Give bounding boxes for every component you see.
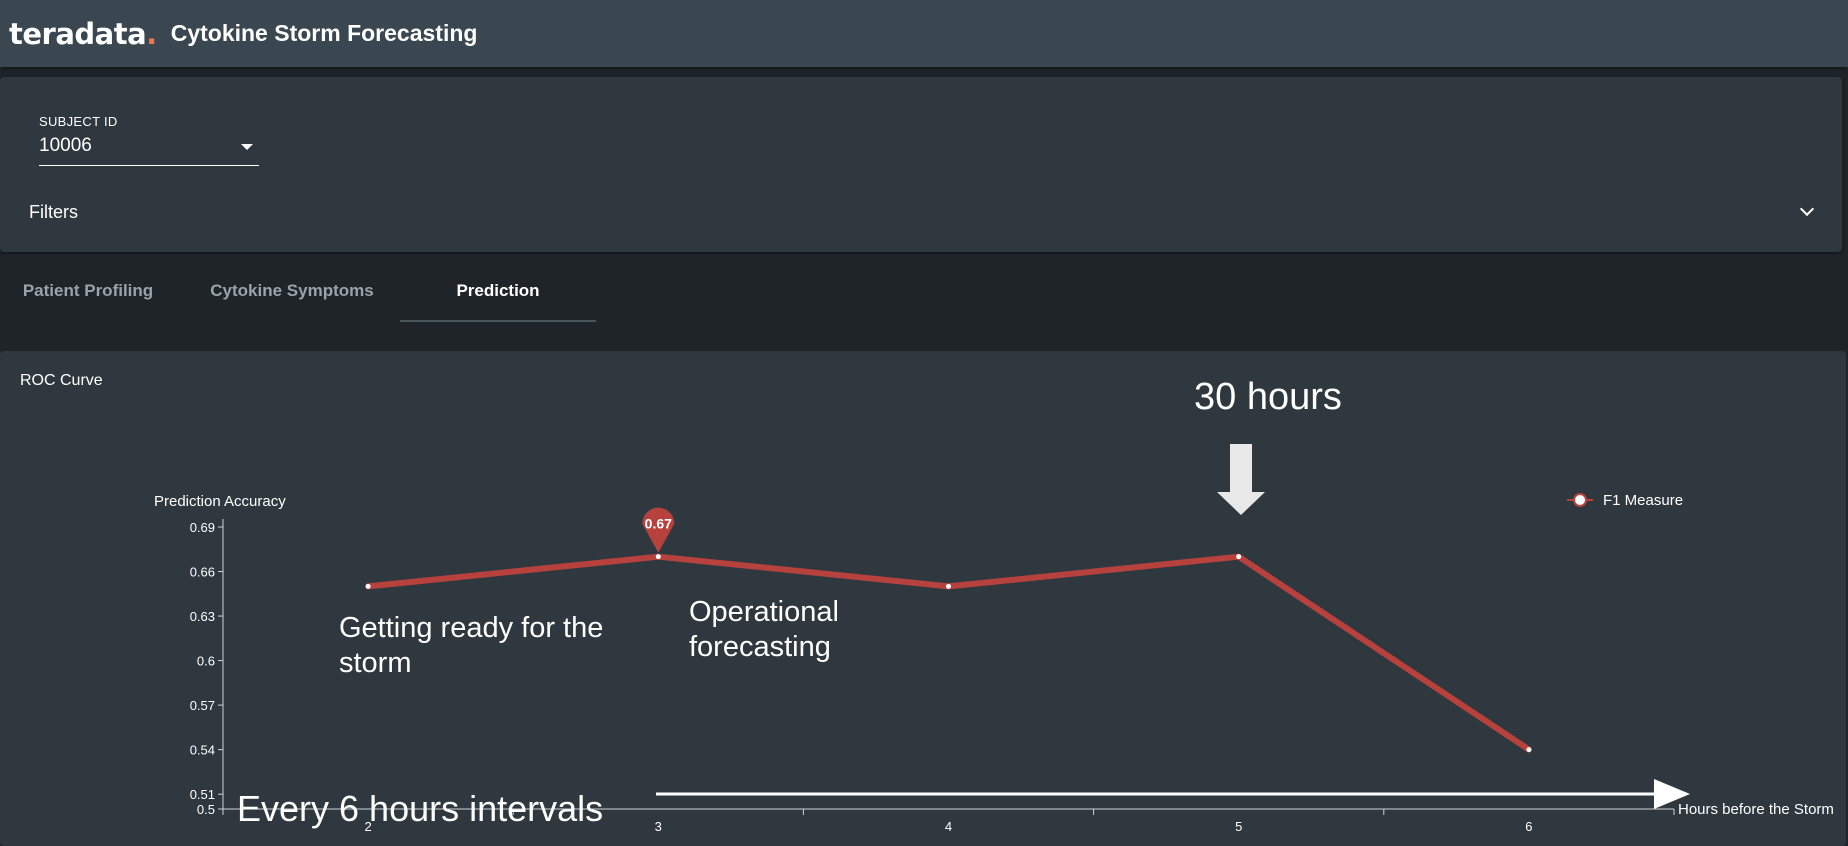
y-tick-label: 0.51 xyxy=(190,787,215,802)
subject-id-label: SUBJECT ID xyxy=(39,114,118,129)
y-tick-label: 0.6 xyxy=(197,654,215,669)
note-getting-ready-line2: storm xyxy=(339,647,412,679)
callout-30-hours: 30 hours xyxy=(1194,376,1342,418)
y-tick-label: 0.63 xyxy=(190,609,215,624)
tab-cytokine-symptoms[interactable]: Cytokine Symptoms xyxy=(200,265,384,320)
y-tick-label: 0.66 xyxy=(190,565,215,580)
data-point[interactable] xyxy=(365,583,371,589)
max-value-label: 0.67 xyxy=(645,516,672,532)
x-axis-label: Hours before the Storm xyxy=(1678,801,1834,818)
app-title: Cytokine Storm Forecasting xyxy=(170,20,478,46)
legend-marker-icon xyxy=(1573,493,1587,507)
x-tick-label: 5 xyxy=(1235,819,1242,834)
x-tick-label: 4 xyxy=(945,819,952,834)
y-tick-label: 0.54 xyxy=(190,743,215,758)
note-operational-line1: Operational xyxy=(689,596,839,628)
filters-label: Filters xyxy=(29,202,78,222)
note-every-6-hours: Every 6 hours intervals xyxy=(237,788,603,829)
note-getting-ready-line1: Getting ready for the xyxy=(339,612,603,644)
roc-chart: 0.50.510.540.570.60.630.660.692 3 4 5 6 0.67… xyxy=(154,376,1834,834)
filters-expander[interactable]: Filters xyxy=(0,195,1842,235)
teradata-logo: teradata. xyxy=(9,16,157,51)
roc-curve-card: ROC Curve 0.5 0.51 0.54 0.57 0.6 0.63 0.66 0.69… xyxy=(0,351,1846,846)
legend-label: F1 Measure xyxy=(1603,492,1683,509)
note-getting-ready: Getting ready for the storm xyxy=(339,612,611,679)
filter-panel: SUBJECT ID 10006 Filters xyxy=(0,77,1842,252)
data-point[interactable] xyxy=(1236,554,1242,560)
x-tick-label: 3 xyxy=(655,819,662,834)
y-tick-label: 0.5 xyxy=(197,802,215,817)
tab-prediction[interactable]: Prediction xyxy=(400,265,596,322)
chevron-down-icon xyxy=(1799,201,1815,217)
legend[interactable]: F1 Measure xyxy=(1567,492,1683,509)
x-tick-label: 6 xyxy=(1525,819,1532,834)
dropdown-caret-icon xyxy=(241,144,253,150)
y-axis-label: Prediction Accuracy xyxy=(154,493,286,510)
note-operational-line2: forecasting xyxy=(689,631,831,663)
down-arrow-icon xyxy=(1217,444,1265,515)
data-point[interactable] xyxy=(1526,747,1532,753)
note-operational-forecasting: Operational forecasting xyxy=(689,596,847,663)
y-tick-label: 0.69 xyxy=(190,520,215,535)
subject-id-value: 10006 xyxy=(39,135,92,156)
data-point[interactable] xyxy=(655,554,661,560)
top-app-bar: teradata. Cytokine Storm Forecasting xyxy=(0,0,1848,67)
tab-bar: Patient Profiling Cytokine Symptoms Pred… xyxy=(0,265,1848,322)
y-tick-label: 0.57 xyxy=(190,698,215,713)
data-point[interactable] xyxy=(946,583,951,589)
subject-id-select[interactable]: 10006 xyxy=(39,133,259,166)
tab-patient-profiling[interactable]: Patient Profiling xyxy=(0,265,176,320)
